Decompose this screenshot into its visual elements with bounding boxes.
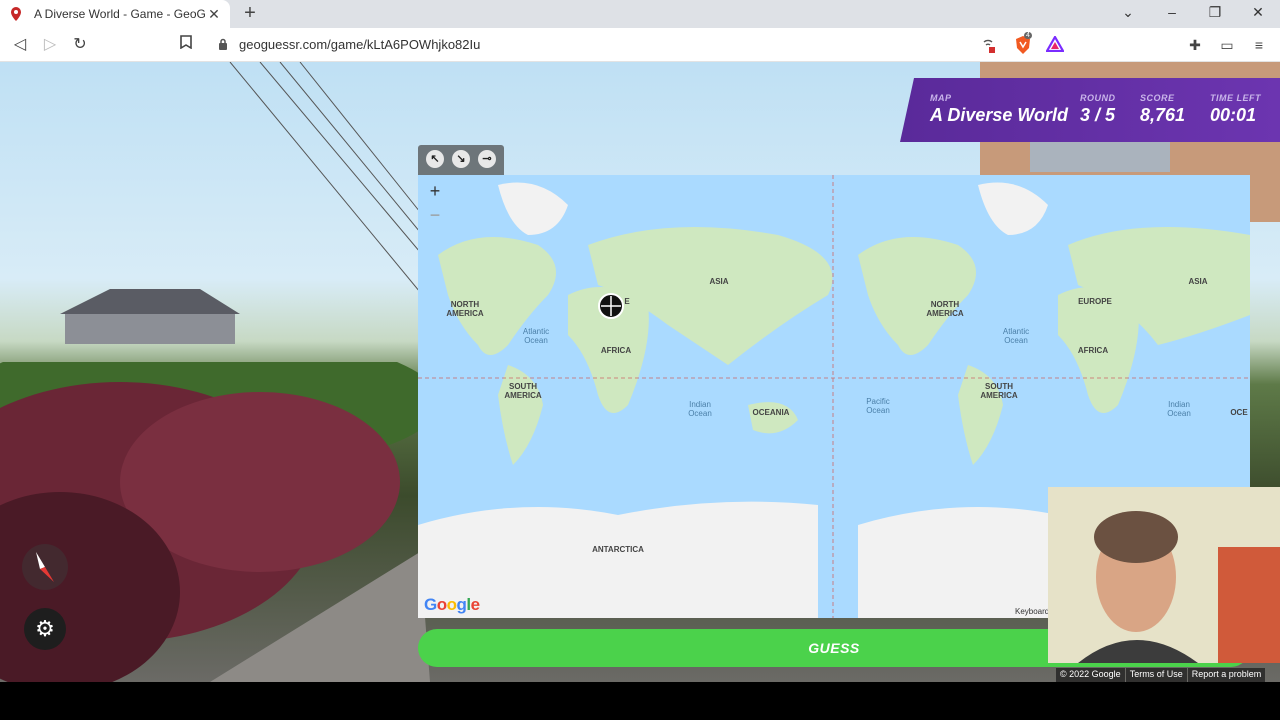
close-tab-icon[interactable]: ✕ [206, 6, 222, 23]
location-pin-icon [11, 7, 21, 21]
pin-map-icon[interactable]: ⊸ [478, 150, 496, 168]
label-europe-partial: E [624, 297, 630, 306]
label-south-america-2: SOUTH AMERICA [980, 382, 1018, 400]
brave-shields-icon[interactable]: 4 [1014, 32, 1034, 55]
lock-icon [219, 38, 227, 50]
label-indian-ocean-2: Indian Ocean [1167, 400, 1191, 418]
label-africa-2: AFRICA [1077, 346, 1109, 355]
label-oceania-partial: OCE [1230, 408, 1248, 417]
bookmark-icon[interactable] [176, 35, 196, 55]
road [210, 552, 430, 682]
label-atlantic-ocean: Atlantic Ocean [522, 327, 550, 345]
url-text: geoguessr.com/game/kLtA6POWhjko82Iu [239, 37, 481, 52]
distant-house [60, 289, 240, 344]
new-tab-button[interactable]: + [240, 3, 260, 24]
label-europe: EUROPE [1078, 297, 1112, 306]
tab-search-icon[interactable]: ⌄ [1118, 4, 1138, 24]
guess-marker-icon [598, 293, 624, 319]
zoom-in-button[interactable]: + [426, 182, 444, 201]
copyright-text: © 2022 Google [1056, 668, 1125, 682]
close-window-button[interactable]: ✕ [1248, 4, 1268, 24]
address-bar[interactable]: geoguessr.com/game/kLtA6POWhjko82Iu [208, 32, 1072, 58]
label-pacific-ocean: Pacific Ocean [866, 397, 890, 415]
back-button[interactable]: ◁ [10, 35, 30, 55]
brave-rewards-icon[interactable] [1045, 34, 1066, 56]
compass[interactable] [22, 544, 68, 590]
map-name: A Diverse World [930, 105, 1069, 125]
label-atlantic-ocean-2: Atlantic Ocean [1002, 327, 1030, 345]
browser-toolbar: ◁ ▷ ↻ geoguessr.com/game/kLtA6POWhjko82I… [0, 28, 1280, 62]
menu-icon[interactable]: ≡ [1250, 36, 1268, 54]
letterbox-bar [0, 682, 1280, 720]
terms-link[interactable]: Terms of Use [1125, 668, 1187, 682]
keyboard-shortcuts-link[interactable]: Keyboard [1015, 607, 1049, 616]
tab-strip: A Diverse World - Game - GeoGu ✕ + ⌄ – ❐… [0, 0, 1280, 28]
reload-button[interactable]: ↻ [70, 35, 90, 55]
round-value: 3 / 5 [1080, 105, 1116, 125]
label-north-america: NORTH AMERICA [446, 300, 484, 318]
label-south-america: SOUTH AMERICA [504, 382, 542, 400]
settings-gear-icon[interactable]: ⚙ [24, 608, 66, 650]
label-oceania: OCEANIA [752, 408, 790, 417]
webcam-overlay [1048, 487, 1280, 663]
score-label: SCORE [1140, 93, 1175, 103]
label-antarctica: ANTARCTICA [592, 545, 644, 554]
map-footer: © 2022 Google Terms of Use Report a prob… [1056, 668, 1266, 682]
tab-title: A Diverse World - Game - GeoGu [34, 7, 206, 21]
restore-button[interactable]: ❐ [1205, 4, 1225, 24]
label-indian-ocean: Indian Ocean [688, 400, 712, 418]
extensions-icon[interactable]: ✚ [1186, 36, 1204, 54]
site-permission-icon[interactable] [978, 36, 998, 56]
time-label: TIME LEFT [1210, 93, 1261, 103]
game-status-panel: MAP A Diverse World ROUND 3 / 5 SCORE 8,… [900, 78, 1280, 142]
forward-button[interactable]: ▷ [40, 35, 60, 55]
wallet-icon[interactable]: ▭ [1218, 36, 1236, 54]
enlarge-map-icon[interactable]: ↘ [452, 150, 470, 168]
report-problem-link[interactable]: Report a problem [1187, 668, 1266, 682]
score-value: 8,761 [1140, 105, 1186, 125]
label-africa: AFRICA [600, 346, 632, 355]
label-asia: ASIA [709, 277, 729, 286]
compass-needle-icon [36, 552, 54, 582]
shrink-map-icon[interactable]: ↖ [426, 150, 444, 168]
label-north-america-2: NORTH AMERICA [926, 300, 964, 318]
browser-tab[interactable]: A Diverse World - Game - GeoGu ✕ [0, 0, 230, 28]
zoom-out-button[interactable]: − [426, 206, 444, 225]
google-logo: Google [424, 595, 480, 614]
shields-badge: 4 [1024, 32, 1032, 39]
streamer-video [1048, 487, 1280, 663]
label-asia-2: ASIA [1188, 277, 1208, 286]
map-label: MAP [930, 93, 952, 103]
map-size-controls: ↖ ↘ ⊸ [418, 145, 504, 175]
minimize-button[interactable]: – [1162, 4, 1182, 24]
street-view-panorama[interactable]: MAP A Diverse World ROUND 3 / 5 SCORE 8,… [0, 62, 1280, 682]
time-value: 00:01 [1210, 105, 1257, 125]
round-label: ROUND [1080, 93, 1116, 103]
